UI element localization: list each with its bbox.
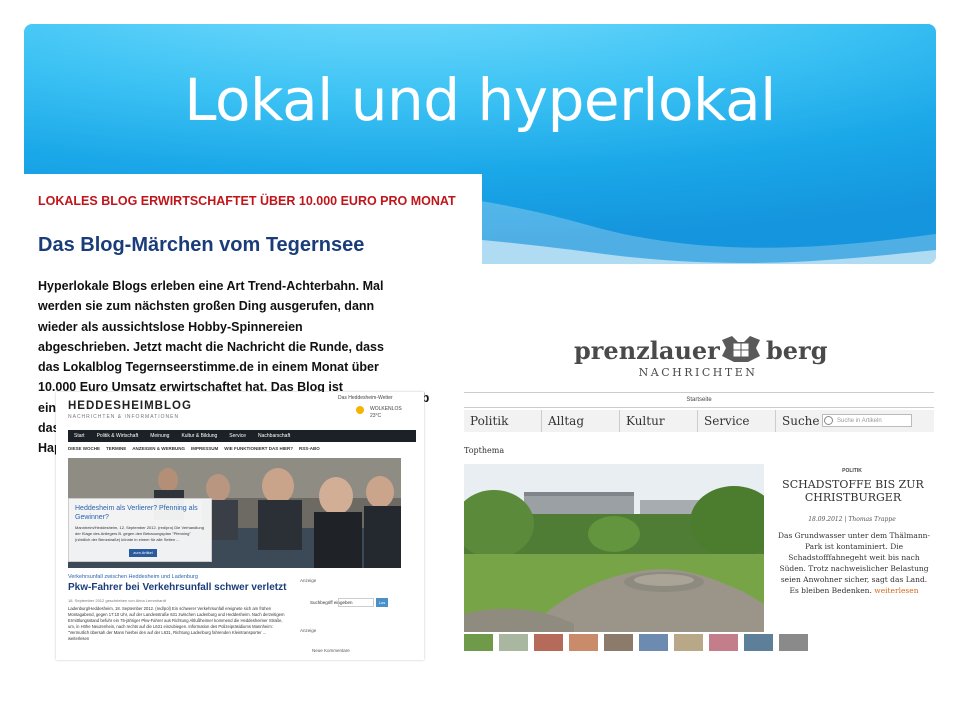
weather-label: Das Heddesheim-Wetter [338, 395, 393, 401]
weather-temperature: 23°C [370, 413, 382, 419]
weather-readout: WOLKENLOS 23°C [370, 406, 402, 420]
nav-item-meinung[interactable]: Meinung [144, 430, 175, 442]
pb-topthema-label: Topthema [464, 446, 505, 455]
thumbnail-5[interactable] [604, 634, 633, 651]
nav-item-nachbarschaft[interactable]: Nachbarschaft [252, 430, 296, 442]
sidebar-ad-label-2: Anzeige [300, 628, 317, 633]
pb-logo-right[interactable]: berg [766, 336, 827, 365]
pb-nav-service[interactable]: Service [698, 410, 776, 432]
heddesheim-main-nav: Start Politik & Wirtschaft Meinung Kultu… [68, 430, 416, 442]
park-photo[interactable] [464, 464, 764, 632]
weather-condition: WOLKENLOS [370, 406, 402, 412]
thumbnail-1[interactable] [464, 634, 493, 651]
thumbnail-9[interactable] [744, 634, 773, 651]
teaser-read-button[interactable]: zum Artikel [129, 549, 157, 557]
pb-nav-alltag[interactable]: Alltag [542, 410, 620, 432]
subnav-item[interactable]: DIESE WOCHE [68, 446, 106, 451]
article-body-line: werden sie zum nächsten großen Ding ausg… [38, 299, 375, 314]
pb-article-date: 18.09.2012 | Thomas Trappe [808, 516, 896, 523]
pb-search-input[interactable]: Suche in Artikeln [822, 414, 912, 427]
heddesheim-sub-nav: DIESE WOCHE TERMINE ANZEIGEN & WERBUNG I… [68, 446, 416, 451]
article-meta: 18. September 2012 geschrieben von Alma … [68, 598, 167, 603]
thumbnail-10[interactable] [779, 634, 808, 651]
sidebar-comments-heading: Neue Kommentare [312, 648, 350, 653]
article-category-link[interactable]: Verkehrsunfall zwischen Heddesheim und L… [68, 574, 198, 580]
article-body-line: wieder als aussichtslose Hobby-Spinnerei… [38, 319, 303, 334]
accident-text: Ladenburg/Heddesheim, 18. September 2012… [68, 606, 285, 641]
article-body-line: abgeschrieben. Jetzt macht die Nachricht… [38, 339, 384, 354]
pb-article-headline[interactable]: SCHADSTOFFE BIS ZUR CHRISTBURGER [778, 478, 928, 504]
sun-icon [356, 406, 364, 414]
pb-thumbnail-strip [464, 634, 934, 654]
slide-title: Lokal und hyperlokal [184, 66, 776, 134]
park-photo-drawing [464, 464, 764, 632]
accident-headline[interactable]: Pkw-Fahrer bei Verkehrsunfall schwer ver… [68, 582, 286, 593]
pb-article-text: Das Grundwasser unter dem Thälmann-Park … [776, 530, 932, 596]
court-meeting-photo: Heddesheim als Verlierer? Pfenning als G… [68, 458, 401, 568]
subnav-item[interactable]: WIE FUNKTIONIERT DAS HIER? [224, 446, 299, 451]
bear-crest-icon [722, 336, 760, 362]
subnav-item[interactable]: RSS-ABO [299, 446, 326, 451]
nav-item-start[interactable]: Start [68, 430, 91, 442]
pb-nav-kultur[interactable]: Kultur [620, 410, 698, 432]
teaser-title[interactable]: Heddesheim als Verlierer? Pfenning als G… [75, 504, 205, 522]
heddesheimblog-logo[interactable]: HEDDESHEIMBLOG [68, 400, 192, 412]
article-kicker: LOKALES BLOG ERWIRTSCHAFTET ÜBER 10.000 … [38, 194, 456, 208]
teaser-box: Heddesheim als Verlierer? Pfenning als G… [68, 498, 212, 562]
article-body-line: das Lokalblog Tegernseerstimme.de in ein… [38, 360, 379, 375]
nav-item-kultur[interactable]: Kultur & Bildung [175, 430, 223, 442]
pb-read-more-link[interactable]: weiterlesen [874, 586, 918, 595]
teaser-text: Mannheim/Heddesheim, 12. September 2012.… [75, 525, 204, 542]
pb-nav-politik[interactable]: Politik [464, 410, 542, 432]
article-headline: Das Blog-Märchen vom Tegernsee [38, 234, 365, 256]
thumbnail-8[interactable] [709, 634, 738, 651]
thumbnail-3[interactable] [534, 634, 563, 651]
heddesheimblog-subtitle: NACHRICHTEN & INFORMATIONEN [68, 414, 180, 420]
presentation-slide: Lokal und hyperlokal LOKALES BLOG ERWIRT… [0, 0, 960, 720]
sidebar-ad-label: Anzeige [300, 578, 317, 583]
subnav-item[interactable]: ANZEIGEN & WERBUNG [132, 446, 191, 451]
search-icon [824, 416, 833, 425]
nav-item-service[interactable]: Service [223, 430, 252, 442]
pb-logo-subtitle: NACHRICHTEN [638, 366, 758, 379]
subnav-item[interactable]: TERMINE [106, 446, 132, 451]
sidebar-search-input[interactable] [338, 598, 374, 607]
thumbnail-2[interactable] [499, 634, 528, 651]
article-body-line: Hyperlokale Blogs erleben eine Art Trend… [38, 279, 384, 293]
sidebar-search-button[interactable]: Los [376, 598, 388, 607]
thumbnail-4[interactable] [569, 634, 598, 651]
subnav-item[interactable]: IMPRESSUM [191, 446, 224, 451]
heddesheimblog-screenshot: HEDDESHEIMBLOG NACHRICHTEN & INFORMATION… [56, 392, 424, 660]
thumbnail-7[interactable] [674, 634, 703, 651]
prenzlauer-berg-screenshot: prenzlauer berg NACHRICHTEN Startseite P… [460, 316, 936, 660]
nav-item-politik[interactable]: Politik & Wirtschaft [91, 430, 145, 442]
thumbnail-6[interactable] [639, 634, 668, 651]
pb-startseite-link[interactable]: Startseite [464, 392, 934, 408]
pb-logo-left[interactable]: prenzlauer [574, 336, 720, 365]
pb-article-category: POLITIK [842, 468, 862, 474]
